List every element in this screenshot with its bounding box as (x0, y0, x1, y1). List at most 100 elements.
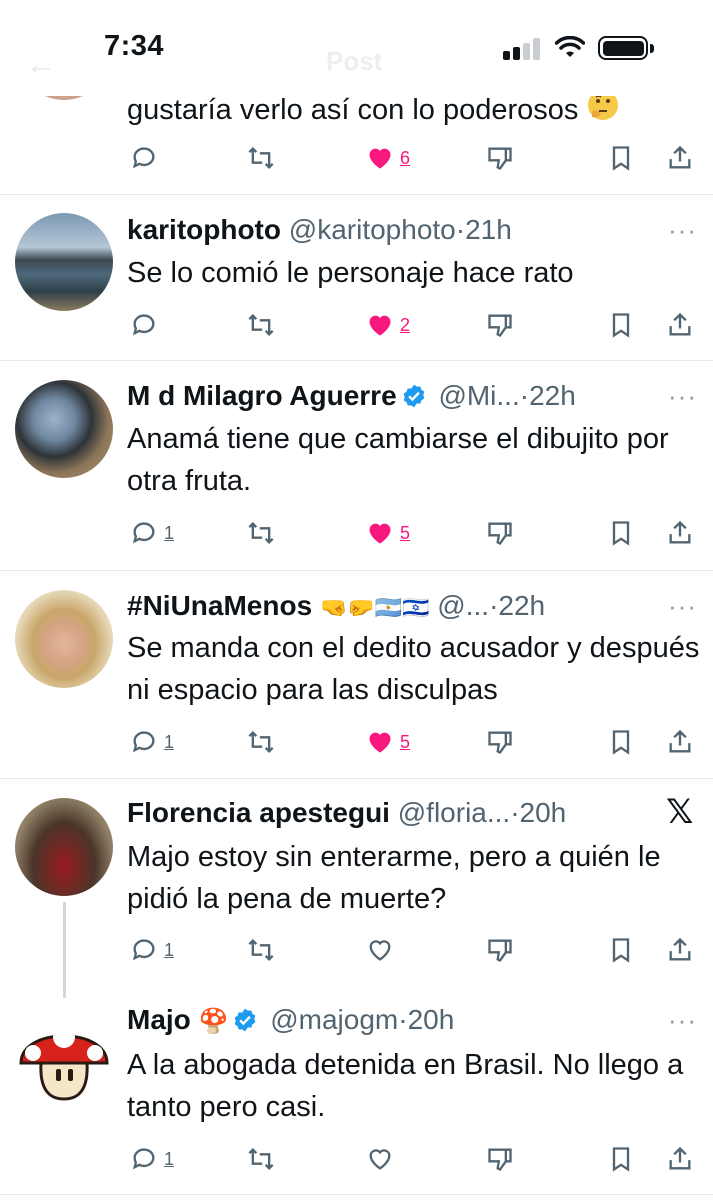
like-button[interactable]: 5 (366, 516, 410, 550)
tweet-header: #NiUnaMenos 🤜🤛🇦🇷🇮🇱 @...·22h (127, 590, 546, 621)
verified-badge-icon (401, 380, 427, 420)
divider (0, 1194, 713, 1195)
heart-filled-icon (369, 315, 391, 336)
bookmark-icon (612, 521, 630, 546)
tweet-text: Majo estoy sin enterarme, pero a quién l… (127, 841, 661, 915)
like-button[interactable] (366, 933, 400, 967)
author-handle[interactable]: @floria... (398, 797, 510, 828)
avatar[interactable] (15, 380, 113, 478)
tweet-text: A la abogada detenida en Brasil. No lleg… (127, 1049, 684, 1123)
author-name[interactable]: M d Milagro Aguerre (127, 380, 397, 411)
more-options-icon[interactable]: ··· (668, 593, 697, 619)
reply-count[interactable]: 1 (164, 940, 174, 961)
repost-icon (248, 314, 274, 336)
repost-button[interactable] (247, 725, 275, 759)
avatar[interactable] (15, 213, 113, 311)
reply-icon (132, 939, 155, 961)
like-count[interactable]: 5 (400, 732, 410, 753)
more-options-icon[interactable]: ··· (668, 1007, 697, 1033)
dislike-button[interactable] (486, 516, 514, 550)
thumbs-down-icon (488, 147, 512, 170)
reply-button[interactable] (130, 308, 164, 342)
back-arrow-icon[interactable]: ← (26, 48, 56, 82)
bookmark-button[interactable] (607, 933, 635, 967)
share-icon (669, 520, 691, 544)
reply-button[interactable] (130, 141, 164, 175)
author-handle[interactable]: @karitophoto (289, 214, 456, 245)
share-icon (669, 145, 691, 169)
wifi-icon (555, 36, 585, 57)
dislike-button[interactable] (486, 141, 514, 175)
thumbs-down-icon (488, 731, 512, 754)
like-button[interactable]: 6 (366, 141, 410, 175)
mushroom-icon (19, 1026, 109, 1101)
like-count[interactable]: 2 (400, 315, 410, 336)
more-options-icon[interactable]: ··· (668, 383, 697, 409)
timestamp: 22h (529, 380, 576, 411)
tweet-actions: 6 (0, 141, 713, 175)
repost-button[interactable] (247, 933, 275, 967)
status-time: 7:34 (104, 30, 165, 62)
avatar[interactable] (15, 1005, 113, 1103)
avatar[interactable] (15, 798, 113, 896)
share-button[interactable] (666, 516, 694, 550)
share-icon (669, 312, 691, 336)
bookmark-button[interactable] (607, 141, 635, 175)
dislike-button[interactable] (486, 308, 514, 342)
like-count[interactable]: 6 (400, 148, 410, 169)
reply-button[interactable]: 1 (130, 725, 174, 759)
dislike-button[interactable] (486, 1142, 514, 1176)
author-name[interactable]: karitophoto (127, 214, 281, 245)
share-icon (669, 937, 691, 961)
share-button[interactable] (666, 308, 694, 342)
like-button[interactable]: 5 (366, 725, 410, 759)
author-handle[interactable]: @... (437, 590, 489, 621)
author-handle[interactable]: @Mi... (438, 380, 519, 411)
timestamp: 20h (407, 1004, 455, 1035)
dislike-button[interactable] (486, 933, 514, 967)
reply-button[interactable]: 1 (130, 1142, 174, 1176)
bookmark-button[interactable] (607, 725, 635, 759)
reply-button[interactable]: 1 (130, 516, 174, 550)
share-button[interactable] (666, 141, 694, 175)
like-button[interactable] (366, 1142, 400, 1176)
bookmark-button[interactable] (607, 1142, 635, 1176)
repost-button[interactable] (247, 308, 275, 342)
reply-icon (132, 314, 155, 336)
author-name[interactable]: #NiUnaMenos (127, 590, 312, 621)
reply-button[interactable]: 1 (130, 933, 174, 967)
battery-icon (598, 36, 654, 60)
more-options-icon[interactable]: ··· (668, 217, 697, 243)
reply-count[interactable]: 1 (164, 523, 174, 544)
reply-icon (132, 1148, 155, 1170)
share-button[interactable] (666, 933, 694, 967)
tweet-header: karitophoto @karitophoto·21h (127, 214, 512, 245)
share-button[interactable] (666, 1142, 694, 1176)
heart-outline-icon (369, 940, 391, 961)
heart-outline-icon (369, 1149, 391, 1170)
share-icon (669, 729, 691, 753)
tweet-text: Anamá tiene que cambiarse el dibujito po… (127, 423, 669, 497)
bookmark-button[interactable] (607, 516, 635, 550)
repost-icon (248, 939, 274, 961)
like-button[interactable]: 2 (366, 308, 410, 342)
author-name[interactable]: Florencia apestegui (127, 797, 390, 828)
repost-button[interactable] (247, 516, 275, 550)
repost-icon (248, 522, 274, 544)
author-name[interactable]: Majo (127, 1004, 191, 1035)
dislike-button[interactable] (486, 725, 514, 759)
reply-count[interactable]: 1 (164, 732, 174, 753)
avatar[interactable] (15, 590, 113, 688)
repost-button[interactable] (247, 1142, 275, 1176)
reply-icon (132, 522, 155, 544)
repost-button[interactable] (247, 141, 275, 175)
tweet-actions: 1 5 (0, 725, 713, 759)
thumbs-down-icon (488, 522, 512, 545)
reply-count[interactable]: 1 (164, 1149, 174, 1170)
cellular-signal-icon (503, 38, 543, 60)
bookmark-button[interactable] (607, 308, 635, 342)
like-count[interactable]: 5 (400, 523, 410, 544)
tweet-actions: 2 (0, 308, 713, 342)
author-handle[interactable]: @majogm (270, 1004, 398, 1035)
share-button[interactable] (666, 725, 694, 759)
